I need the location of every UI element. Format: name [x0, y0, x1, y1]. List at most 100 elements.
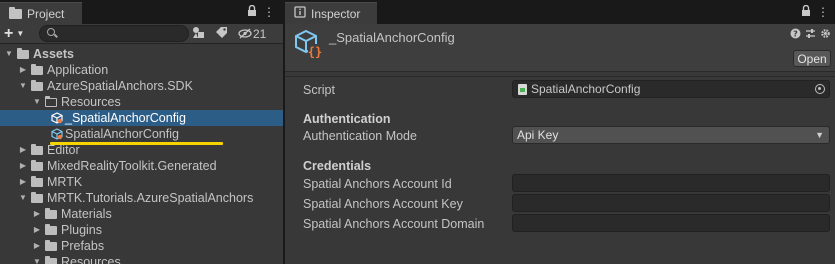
search-by-label-icon[interactable] — [215, 26, 228, 42]
folder-icon — [17, 48, 29, 59]
folder-item[interactable]: ▼ AzureSpatialAnchors.SDK — [0, 78, 283, 94]
authentication-mode-value: Api Key — [517, 128, 559, 142]
script-field[interactable]: SpatialAnchorConfig — [512, 80, 830, 98]
folder-open-icon — [44, 95, 57, 107]
collapse-arrow-icon[interactable]: ▶ — [32, 222, 42, 238]
folder-item[interactable]: ▶ Prefabs — [0, 238, 283, 254]
tree-item-label: MRTK.Tutorials.AzureSpatialAnchors — [47, 191, 254, 205]
authentication-mode-dropdown[interactable]: Api Key ▼ — [512, 126, 830, 144]
open-button[interactable]: Open — [793, 50, 831, 67]
hidden-packages-toggle[interactable]: 21 — [238, 27, 266, 41]
folder-icon — [31, 192, 43, 203]
kebab-menu-icon[interactable]: ⋮ — [817, 5, 829, 19]
folder-icon — [31, 160, 43, 171]
folder-item[interactable]: ▼ Assets — [0, 46, 283, 62]
highlight-underline — [50, 142, 223, 145]
folder-item[interactable]: ▼ Resources — [0, 94, 283, 110]
hidden-count: 21 — [253, 26, 267, 41]
object-picker-icon[interactable] — [815, 84, 825, 94]
tab-inspector-label: Inspector — [311, 6, 361, 21]
expand-arrow-icon[interactable]: ▼ — [32, 94, 42, 110]
project-tree: ▼ Assets ▶ Application ▼ AzureSpatialAnchors.… — [0, 46, 283, 264]
chevron-down-icon: ▼ — [815, 130, 824, 140]
search-field[interactable] — [39, 25, 189, 42]
tab-project-label: Project — [27, 6, 65, 21]
folder-icon — [45, 224, 57, 235]
folder-icon — [31, 64, 43, 75]
script-label: Script — [303, 83, 335, 97]
collapse-arrow-icon[interactable]: ▶ — [32, 206, 42, 222]
folder-item[interactable]: ▶ MixedRealityToolkit.Generated — [0, 158, 283, 174]
tree-item-label: SpatialAnchorConfig — [65, 127, 179, 141]
chevron-down-icon: ▼ — [16, 29, 25, 38]
search-by-type-icon[interactable] — [192, 26, 205, 42]
project-panel: Project ⋮ + ▼ 21 ▼ Assets ▶ Application … — [0, 0, 283, 264]
lock-icon[interactable] — [801, 4, 811, 19]
folder-item[interactable]: ▶ Materials — [0, 206, 283, 222]
create-button[interactable]: + ▼ — [4, 25, 34, 42]
asset-item[interactable]: SpatialAnchorConfig — [0, 126, 283, 142]
gear-icon[interactable] — [820, 28, 831, 42]
tree-item-label: Assets — [33, 47, 74, 61]
collapse-arrow-icon[interactable]: ▶ — [18, 142, 28, 158]
collapse-arrow-icon[interactable]: ▶ — [18, 174, 28, 190]
folder-icon — [31, 80, 43, 91]
expand-arrow-icon[interactable]: ▼ — [18, 78, 28, 94]
tree-item-label: MixedRealityToolkit.Generated — [47, 159, 217, 173]
folder-icon — [9, 6, 22, 19]
account-id-field[interactable] — [512, 174, 830, 192]
scriptable-object-icon — [51, 112, 63, 124]
authentication-mode-label: Authentication Mode — [303, 129, 417, 143]
account-key-field[interactable] — [512, 194, 830, 212]
inspector-panel: Inspector ⋮ {} _SpatialAnchorConfig ? Op… — [285, 0, 835, 264]
tree-item-label: Resources — [61, 95, 121, 109]
eye-slash-icon — [238, 28, 252, 39]
info-icon — [294, 6, 306, 21]
script-value: SpatialAnchorConfig — [531, 82, 641, 96]
kebab-menu-icon[interactable]: ⋮ — [263, 5, 275, 19]
lock-icon[interactable] — [247, 4, 257, 19]
folder-icon — [31, 144, 43, 155]
folder-icon — [45, 240, 57, 251]
account-domain-field[interactable] — [512, 214, 830, 232]
folder-item[interactable]: ▼ Resources — [0, 254, 283, 264]
expand-arrow-icon[interactable]: ▼ — [4, 46, 14, 62]
folder-item[interactable]: ▶ Plugins — [0, 222, 283, 238]
preset-icon[interactable] — [805, 28, 816, 42]
inspector-header: {} _SpatialAnchorConfig ? Open — [285, 24, 835, 72]
credentials-section-title: Credentials — [303, 159, 372, 173]
scriptable-object-icon — [51, 128, 63, 140]
plus-icon: + — [4, 24, 14, 42]
folder-item[interactable]: ▶ MRTK — [0, 174, 283, 190]
collapse-arrow-icon[interactable]: ▶ — [18, 62, 28, 78]
account-key-label: Spatial Anchors Account Key — [303, 197, 463, 211]
tree-item-label: Plugins — [61, 223, 102, 237]
tree-item-label: Prefabs — [61, 239, 105, 253]
folder-icon — [45, 208, 57, 219]
collapse-arrow-icon[interactable]: ▶ — [18, 158, 28, 174]
tree-item-label: MRTK — [47, 175, 83, 189]
authentication-section-title: Authentication — [303, 112, 391, 126]
script-file-icon — [518, 84, 527, 95]
expand-arrow-icon[interactable]: ▼ — [32, 254, 42, 264]
account-domain-label: Spatial Anchors Account Domain — [303, 217, 485, 231]
folder-icon — [45, 256, 57, 264]
search-input[interactable] — [58, 26, 183, 41]
tree-item-label: Materials — [61, 207, 112, 221]
folder-item[interactable]: ▼ MRTK.Tutorials.AzureSpatialAnchors — [0, 190, 283, 206]
search-icon — [47, 28, 55, 36]
help-icon[interactable]: ? — [790, 28, 801, 42]
tree-item-label: Resources — [61, 255, 121, 264]
folder-item[interactable]: ▶ Application — [0, 62, 283, 78]
tree-item-label: _SpatialAnchorConfig — [65, 111, 186, 125]
project-tab-bar: Project ⋮ — [0, 0, 283, 24]
tab-project[interactable]: Project — [0, 2, 82, 24]
tab-inspector[interactable]: Inspector — [285, 2, 377, 24]
expand-arrow-icon[interactable]: ▼ — [18, 190, 28, 206]
header-divider — [285, 76, 835, 77]
tree-item-label: AzureSpatialAnchors.SDK — [47, 79, 193, 93]
svg-text:?: ? — [793, 30, 798, 39]
asset-item[interactable]: _SpatialAnchorConfig — [0, 110, 283, 126]
scriptable-object-icon: {} — [295, 29, 322, 59]
collapse-arrow-icon[interactable]: ▶ — [32, 238, 42, 254]
